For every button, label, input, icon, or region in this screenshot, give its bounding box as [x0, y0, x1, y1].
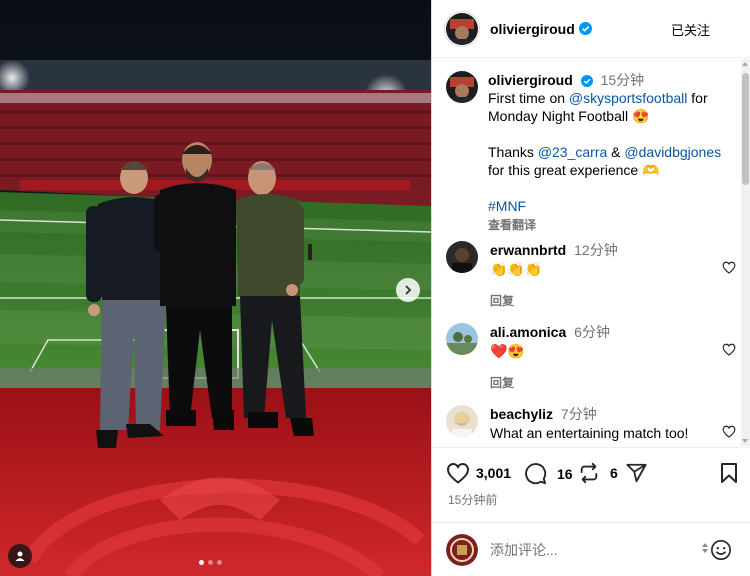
emoji: 😍	[631, 108, 650, 124]
post-caption: oliviergiroud 15分钟 First time on @skyspo…	[446, 71, 736, 234]
post-detail-panel: oliviergiroud 已关注 oliviergiroud 15分钟 Fir…	[431, 0, 750, 576]
avatar-image	[446, 405, 478, 437]
viewer-avatar[interactable]	[446, 533, 478, 566]
scroll-thumb[interactable]	[742, 73, 749, 185]
comment-author[interactable]: beachyliz	[490, 406, 553, 422]
caption-time: 15分钟	[600, 72, 645, 88]
avatar[interactable]	[446, 405, 478, 437]
repost-icon	[580, 462, 598, 484]
like-button[interactable]: 3,001	[446, 462, 511, 484]
mention-link[interactable]: @skysportsfootball	[569, 90, 687, 106]
avatar-image	[446, 323, 478, 355]
comment-input[interactable]	[490, 541, 690, 558]
post-photo[interactable]	[0, 0, 431, 576]
avatar-image	[446, 12, 478, 45]
mention-link[interactable]: @23_carra	[538, 144, 607, 160]
verified-icon	[578, 22, 592, 35]
comment-time: 7分钟	[560, 406, 597, 422]
caption-text-part: for this great experience	[488, 162, 639, 178]
following-button[interactable]: 已关注	[671, 20, 710, 39]
repost-button[interactable]: 6	[578, 462, 618, 484]
avatar-image	[446, 533, 478, 566]
carousel-dot	[199, 560, 204, 565]
comment-button[interactable]: 16	[524, 462, 573, 485]
scroll-up-arrow[interactable]	[742, 62, 748, 66]
avatar[interactable]	[444, 10, 480, 47]
avatar[interactable]	[446, 241, 478, 273]
repost-count: 6	[610, 465, 618, 481]
avatar-image	[446, 71, 478, 103]
post-author-name[interactable]: oliviergiroud	[490, 21, 575, 37]
comment-icon	[525, 463, 547, 485]
caption-text: First time on @skysportsfootball for Mon…	[488, 89, 733, 125]
scroll-down-arrow[interactable]	[742, 439, 748, 443]
caption-text-part: First time on	[488, 90, 569, 106]
comment-text: 👏👏👏	[490, 261, 543, 277]
verified-icon	[580, 75, 593, 87]
reply-button[interactable]: 回复	[490, 374, 710, 392]
carousel-dot	[217, 560, 222, 565]
reply-button[interactable]: 回复	[490, 292, 710, 310]
like-count: 3,001	[476, 465, 512, 481]
comment-item: ali.amonica 6分钟 ❤️😍 回复	[446, 323, 736, 392]
avatar[interactable]	[446, 323, 478, 355]
see-translation-button[interactable]: 查看翻译	[488, 216, 733, 234]
carousel-dots	[199, 560, 222, 565]
comment-text: ❤️😍	[490, 343, 525, 359]
caption-text-part: &	[607, 144, 625, 160]
caption-text-part: Thanks	[488, 144, 538, 160]
bookmark-icon	[721, 463, 737, 483]
comment-item: beachyliz 7分钟 What an entertaining match…	[446, 405, 736, 442]
user-tag-icon	[15, 551, 25, 561]
heart-icon[interactable]	[722, 425, 736, 438]
post-date: 15分钟前	[448, 493, 498, 507]
chevron-right-icon	[405, 285, 412, 295]
next-slide-button[interactable]	[396, 278, 420, 302]
heart-icon[interactable]	[722, 261, 736, 274]
caption-thanks: Thanks @23_carra & @davidbgjones for thi…	[488, 143, 733, 179]
caption-text-part: Monday Night Football	[488, 108, 629, 124]
user-tags-button[interactable]	[8, 544, 32, 568]
comment-composer	[432, 522, 750, 576]
post-header: oliviergiroud 已关注	[432, 0, 750, 58]
comments-feed[interactable]: oliviergiroud 15分钟 First time on @skyspo…	[432, 59, 740, 446]
input-spinner[interactable]	[702, 543, 708, 553]
comment-text: What an entertaining match too!	[490, 425, 689, 441]
comment-time: 6分钟	[574, 324, 610, 340]
share-button[interactable]	[625, 462, 648, 484]
comment-item: erwannbrtd 12分钟 👏👏👏 回复	[446, 241, 736, 310]
caption-author[interactable]: oliviergiroud	[488, 72, 573, 88]
comment-count: 16	[557, 465, 573, 482]
caption-text-part: for	[687, 90, 708, 106]
emoji-icon[interactable]	[710, 539, 732, 561]
comment-time: 12分钟	[574, 242, 618, 258]
heart-icon	[446, 462, 470, 484]
caption-avatar[interactable]	[446, 71, 478, 103]
save-button[interactable]	[720, 462, 738, 484]
comment-author[interactable]: erwannbrtd	[490, 242, 566, 258]
emoji: 🫶	[642, 162, 660, 178]
carousel-dot	[208, 560, 213, 565]
feed-scrollbar[interactable]	[741, 59, 750, 446]
share-icon	[626, 463, 647, 483]
stadium-photo	[0, 0, 431, 576]
hashtag-link[interactable]: #MNF	[488, 197, 733, 215]
heart-icon[interactable]	[722, 343, 736, 356]
comment-author[interactable]: ali.amonica	[490, 324, 566, 340]
avatar-image	[446, 241, 478, 273]
mention-link[interactable]: @davidbgjones	[624, 144, 721, 160]
